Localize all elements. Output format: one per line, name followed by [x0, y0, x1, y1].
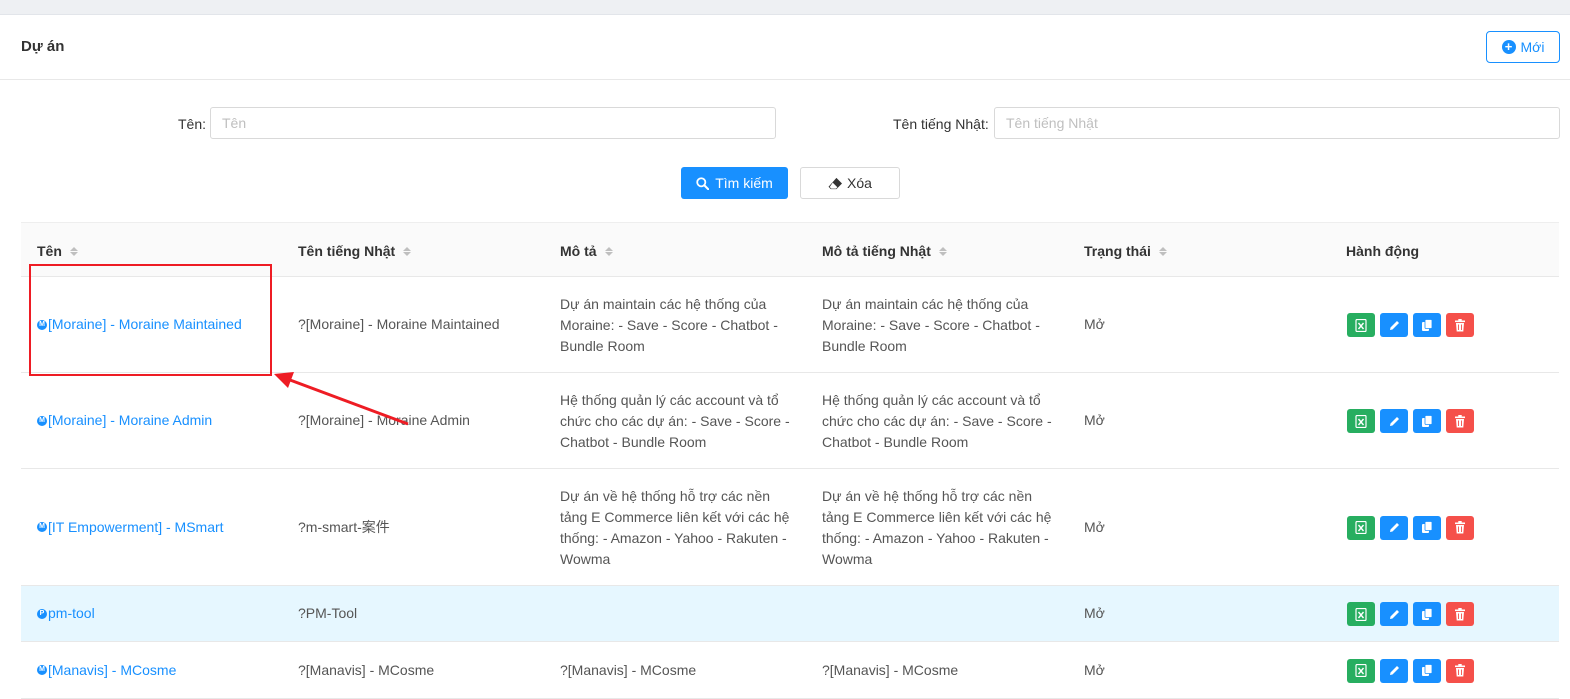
annotation-arrow [274, 372, 409, 426]
